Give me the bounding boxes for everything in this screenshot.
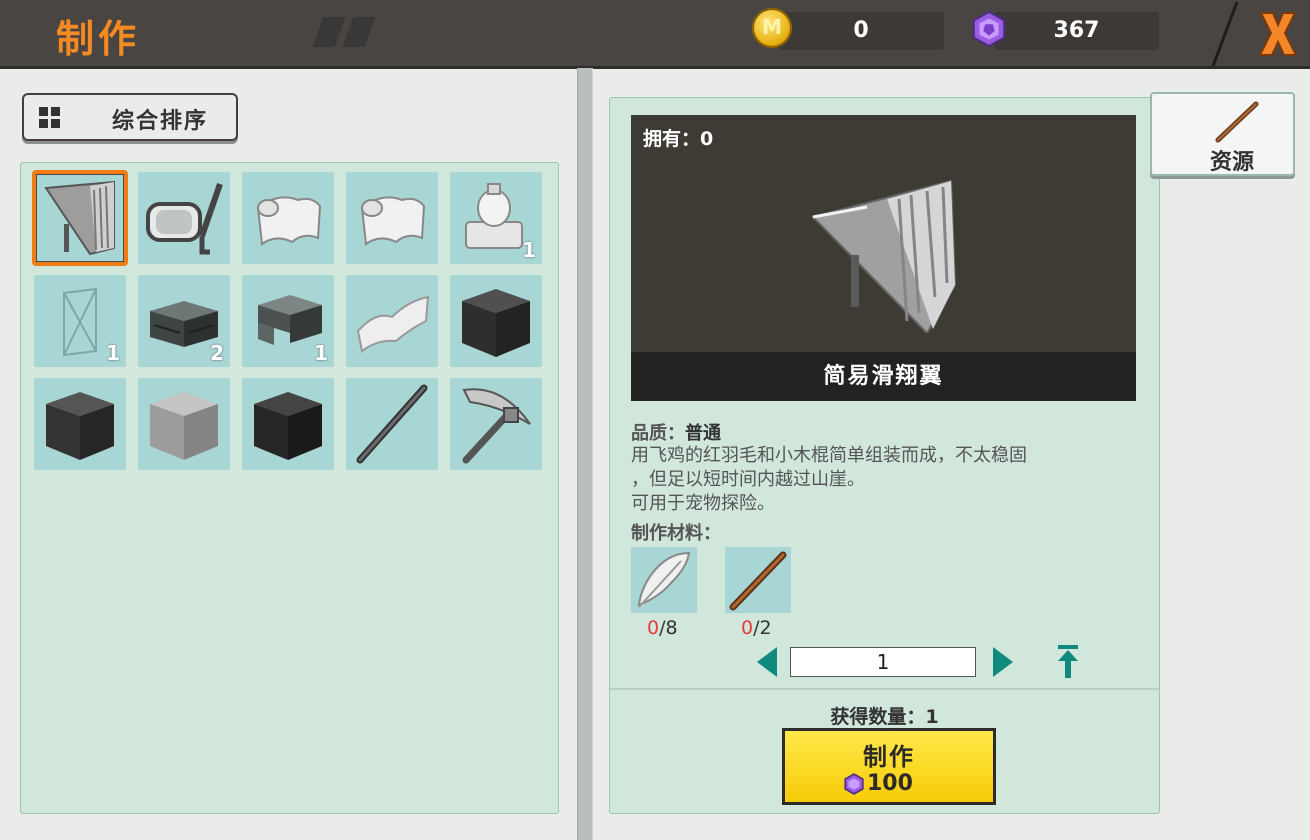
materials-label: 制作材料： [631,523,721,544]
inventory-slot-stick[interactable] [346,378,438,470]
inventory-slot-glass-frame[interactable]: 1 [34,275,126,367]
grid-icon [39,107,60,128]
glider-preview-icon [811,179,957,333]
item-quantity: 1 [522,238,536,262]
cloth-icon [360,196,426,246]
material-slot-feather[interactable] [631,547,697,613]
inventory-slot-cloth[interactable] [242,172,334,264]
sort-label: 综合排序 [112,109,209,134]
quantity-input[interactable] [790,647,976,677]
material-count: 0/2 [741,617,772,639]
dark-block-icon [254,392,322,460]
inventory-slot-vase[interactable]: 1 [450,172,542,264]
inventory-slot-stone-slab[interactable]: 2 [138,275,230,367]
item-quantity: 2 [210,341,224,365]
inventory-slot-light-block[interactable] [138,378,230,470]
quality-line: 品质：普通 [631,419,721,445]
cloth-icon [256,196,322,246]
inventory-slot-dark-block[interactable] [242,378,334,470]
inventory-slot-glider[interactable] [32,170,128,266]
material-need: /8 [659,617,678,639]
decor-stripe [342,17,376,47]
quality-label: 品质： [631,423,685,444]
material-need: /2 [753,617,772,639]
material-count: 0/8 [647,617,678,639]
decor-stripe [312,17,346,47]
craft-button[interactable]: 制作 100 [782,728,996,805]
stick-icon [729,551,787,611]
sort-button[interactable]: 综合排序 [22,93,238,141]
coin-value: 0 [853,18,869,43]
page-title: 制作 [56,17,141,61]
item-quantity: 1 [106,341,120,365]
description-line: 用飞鸡的红羽毛和小木棍简单组装而成，不太稳固 [631,445,1027,466]
coin-icon: M [752,8,792,48]
gem-value: 367 [1053,18,1100,43]
dark-block-icon [462,289,530,357]
increase-arrow-icon[interactable] [993,647,1013,677]
divider-slash [1211,1,1239,66]
stick-icon [1215,101,1259,143]
description-line: 可用于宠物探险。 [631,493,775,514]
quality-value: 普通 [685,423,721,444]
close-icon[interactable] [1255,5,1301,61]
inventory-slot-dark-block[interactable] [34,378,126,470]
item-description: 用飞鸡的红羽毛和小木棍简单组装而成，不太稳固 ，但足以短时间内越过山崖。 可用于… [631,444,1131,516]
light-block-icon [150,392,218,460]
goggles-icon [146,183,223,255]
item-name: 简易滑翔翼 [823,364,944,389]
dark-block-icon [46,392,114,460]
material-slot-stick[interactable] [725,547,791,613]
top-bar: 制作 0 M 367 [0,0,1310,69]
panel-divider [577,68,593,840]
section-separator [610,688,1159,690]
inventory-slot-stone-stairs[interactable]: 1 [242,275,334,367]
item-quantity: 1 [314,341,328,365]
owned-count: 拥有：0 [643,128,714,150]
inventory-slot-pickaxe[interactable] [450,378,542,470]
item-name-bar: 简易滑翔翼 [631,352,1136,401]
material-have: 0 [741,617,754,639]
inventory-slot-goggles[interactable] [138,172,230,264]
paper-icon [356,295,430,353]
description-line: ，但足以短时间内越过山崖。 [631,469,865,490]
gem-icon [844,773,864,795]
stick-icon [356,384,428,464]
pickaxe-icon [462,388,531,464]
resource-tab[interactable]: 资源 [1150,92,1295,176]
resource-tab-label: 资源 [1210,150,1255,175]
inventory-slot-dark-block[interactable] [450,275,542,367]
material-have: 0 [647,617,660,639]
feather-icon [637,551,691,608]
glider-icon [44,180,115,256]
craft-label: 制作 [863,743,915,771]
coin-symbol: M [762,15,782,39]
coin-counter: 0 [778,12,944,50]
gem-icon [972,10,1006,48]
gem-counter: 367 [994,12,1159,50]
obtain-quantity: 获得数量：1 [830,706,939,728]
inventory-slot-paper[interactable] [346,275,438,367]
max-quantity-icon[interactable] [1056,645,1080,679]
decrease-arrow-icon[interactable] [757,647,777,677]
inventory-slot-cloth[interactable] [346,172,438,264]
craft-cost: 100 [867,771,913,796]
